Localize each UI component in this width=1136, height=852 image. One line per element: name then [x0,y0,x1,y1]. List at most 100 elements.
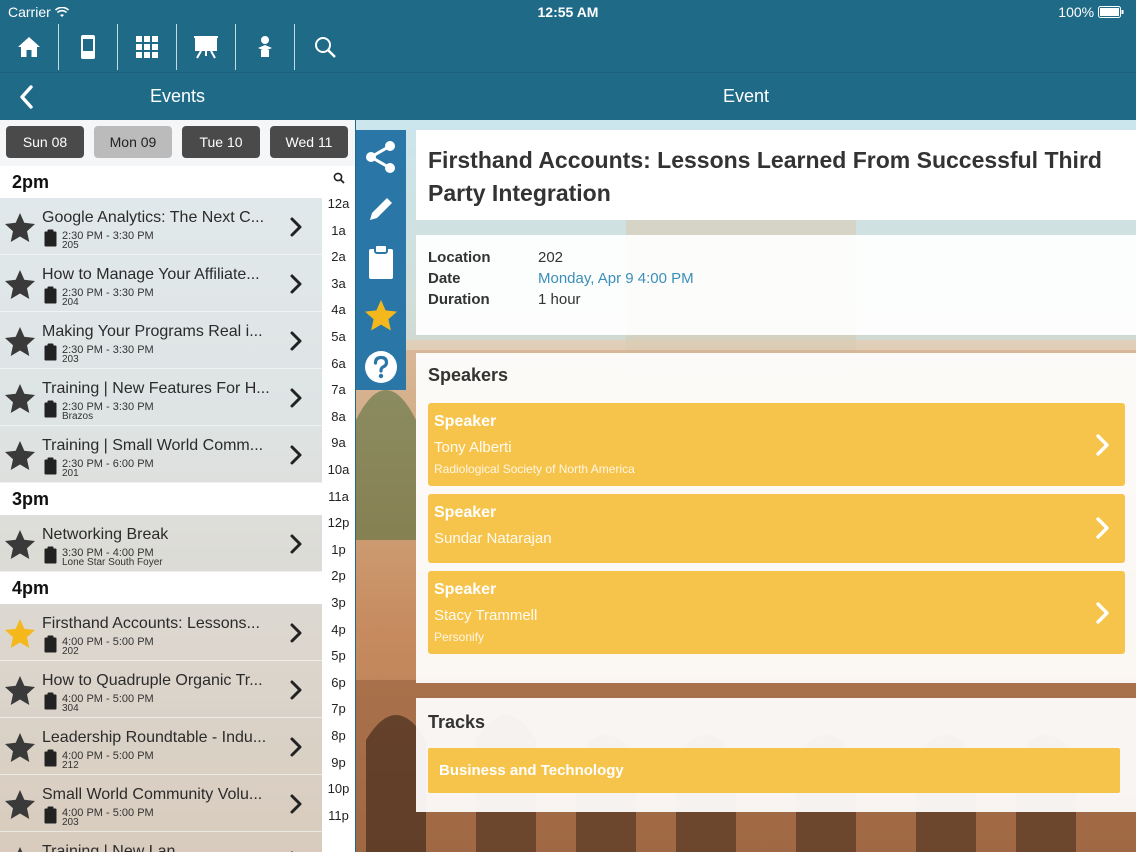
index-item[interactable]: 6a [322,356,355,371]
star-icon[interactable] [4,732,36,764]
star-icon[interactable] [4,383,36,415]
device-icon [81,35,95,59]
chevron-right-icon [290,445,302,465]
star-icon[interactable] [4,529,36,561]
star-icon[interactable] [4,675,36,707]
clipboard-icon [44,692,57,710]
speaker-name: Sundar Natarajan [434,530,552,547]
event-title: Training | New Lan... [42,843,189,852]
chevron-right-icon [1096,517,1109,539]
event-row[interactable]: Small World Community Volu... 4:00 PM - 5… [0,775,322,832]
day-tab-mon[interactable]: Mon 09 [94,126,172,158]
speaker-heading: Speaker [434,581,497,598]
star-icon[interactable] [4,326,36,358]
speaker-card[interactable]: Speaker Tony Alberti Radiological Societ… [428,403,1125,486]
star-icon[interactable] [4,846,36,852]
index-item[interactable]: 10p [322,781,355,796]
event-row[interactable]: Training | New Features For H... 2:30 PM … [0,369,322,426]
clipboard-icon [44,229,57,247]
back-chevron-icon[interactable] [16,84,40,110]
index-item[interactable]: 6p [322,675,355,690]
event-row[interactable]: Google Analytics: The Next C... 2:30 PM -… [0,198,322,255]
grid-button[interactable] [118,24,177,70]
search-button[interactable] [295,24,354,70]
speaker-card[interactable]: Speaker Sundar Natarajan [428,494,1125,563]
event-title: Making Your Programs Real i... [42,323,263,340]
speaker-card[interactable]: Speaker Stacy Trammell Personify [428,571,1125,654]
event-room: 212 [62,760,79,771]
share-icon [366,141,395,173]
event-row[interactable]: Training | Small World Comm... 2:30 PM - … [0,426,322,483]
event-row[interactable]: How to Manage Your Affiliate... 2:30 PM -… [0,255,322,312]
chevron-right-icon [1096,602,1109,624]
index-item[interactable]: 5a [322,329,355,344]
index-item[interactable]: 1a [322,223,355,238]
index-item[interactable]: 12p [322,515,355,530]
index-item[interactable]: 4a [322,302,355,317]
favorite-button[interactable] [362,296,400,334]
chevron-right-icon [290,274,302,294]
location-label: Location [428,249,491,266]
hour-index[interactable]: 12a 1a 2a 3a 4a 5a 6a 7a 8a 9a 10a 11a 12p 1p 2p 3p 4p 5p… [322,166,355,852]
star-icon[interactable] [4,618,36,650]
track-item[interactable]: Business and Technology [428,748,1120,793]
event-row[interactable]: Making Your Programs Real i... 2:30 PM - … [0,312,322,369]
home-button[interactable] [0,24,59,70]
day-tab-sun[interactable]: Sun 08 [6,126,84,158]
event-room: 203 [62,817,79,828]
index-item[interactable]: 2p [322,568,355,583]
event-nav-title: Event [722,86,770,106]
event-title-card: Firsthand Accounts: Lessons Learned From… [416,130,1136,220]
index-item[interactable]: 9p [322,755,355,770]
event-row[interactable]: Training | New Lan... [0,832,322,852]
event-row[interactable]: How to Quadruple Organic Tr... 4:00 PM - … [0,661,322,718]
index-item[interactable]: 2a [322,249,355,264]
day-tabs: Sun 08 Mon 09 Tue 10 Wed 11 [0,120,355,166]
notes-button[interactable] [362,243,400,281]
home-icon [18,37,40,57]
event-detail-panel: Firsthand Accounts: Lessons Learned From… [356,120,1136,852]
clipboard-icon [44,546,57,564]
device-button[interactable] [59,24,118,70]
edit-button[interactable] [362,190,400,228]
date-link[interactable]: Monday, Apr 9 4:00 PM [538,268,694,289]
share-button[interactable] [362,138,400,176]
star-icon[interactable] [4,789,36,821]
event-row[interactable]: Firsthand Accounts: Lessons... 4:00 PM - … [0,604,322,661]
chevron-right-icon [290,680,302,700]
index-item[interactable]: 1p [322,542,355,557]
event-room: Brazos [62,411,94,422]
clipboard-icon [44,806,57,824]
event-row[interactable]: Networking Break 3:30 PM - 4:00 PM Lone St… [0,515,322,572]
index-search-icon[interactable] [333,172,345,184]
event-title: Networking Break [42,526,169,543]
help-button[interactable] [362,348,400,386]
index-item[interactable]: 12a [322,196,355,211]
index-item[interactable]: 7p [322,701,355,716]
index-item[interactable]: 11p [322,808,355,823]
presentation-button[interactable] [177,24,236,70]
index-item[interactable]: 8p [322,728,355,743]
day-tab-wed[interactable]: Wed 11 [270,126,348,158]
star-icon[interactable] [4,440,36,472]
index-item[interactable]: 4p [322,622,355,637]
index-item[interactable]: 7a [322,382,355,397]
index-item[interactable]: 9a [322,435,355,450]
index-item[interactable]: 5p [322,648,355,663]
event-room: Lone Star South Foyer [62,557,163,568]
index-item[interactable]: 3p [322,595,355,610]
clipboard-icon [44,457,57,475]
event-row[interactable]: Leadership Roundtable - Indu... 4:00 PM -… [0,718,322,775]
star-icon[interactable] [4,269,36,301]
index-item[interactable]: 8a [322,409,355,424]
index-item[interactable]: 3a [322,276,355,291]
event-title: Firsthand Accounts: Lessons... [42,615,260,632]
event-nav-bar: Event [356,72,1136,120]
index-item[interactable]: 10a [322,462,355,477]
star-icon[interactable] [4,212,36,244]
event-list: 2pm Google Analytics: The Next C... 2:30 P… [0,166,322,852]
event-room: 205 [62,240,79,251]
day-tab-tue[interactable]: Tue 10 [182,126,260,158]
index-item[interactable]: 11a [322,489,355,504]
sponsor-button[interactable] [236,24,295,70]
